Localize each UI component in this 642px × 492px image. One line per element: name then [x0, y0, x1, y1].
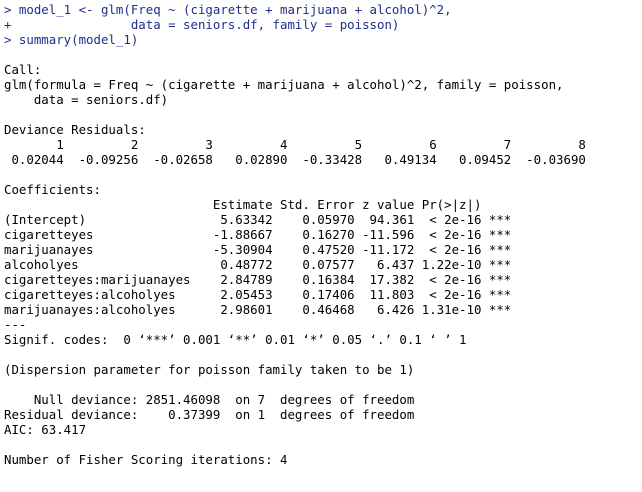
- continuation-line: + data = seniors.df, family = poisson): [4, 17, 400, 32]
- coefficients-header-row: Estimate Std. Error z value Pr(>|z|): [4, 197, 512, 212]
- call-text: glm(formula = Freq ~ (cigarette + mariju…: [4, 77, 564, 92]
- command-line: > summary(model_1): [4, 32, 139, 47]
- command-line: > model_1 <- glm(Freq ~ (cigarette + mar…: [4, 2, 452, 17]
- call-text: data = seniors.df): [4, 92, 169, 107]
- coefficient-row: cigaretteyes:marijuanayes 2.84789 0.1638…: [4, 272, 512, 287]
- dispersion-note: (Dispersion parameter for poisson family…: [4, 362, 415, 377]
- coefficient-row: marijuanayes -5.30904 0.47520 -11.172 < …: [4, 242, 512, 257]
- coefficient-row: cigaretteyes -1.88667 0.16270 -11.596 < …: [4, 227, 512, 242]
- r-console[interactable]: > model_1 <- glm(Freq ~ (cigarette + mar…: [0, 0, 642, 492]
- signif-codes: Signif. codes: 0 ‘***’ 0.001 ‘**’ 0.01 ‘…: [4, 332, 467, 347]
- deviance-residuals-values: 0.02044 -0.09256 -0.02658 0.02890 -0.334…: [4, 152, 586, 167]
- aic-value: AIC: 63.417: [4, 422, 87, 437]
- coefficient-row: alcoholyes 0.48772 0.07577 6.437 1.22e-1…: [4, 257, 512, 272]
- deviance-residuals-heading: Deviance Residuals:: [4, 122, 146, 137]
- deviance-residuals-index: 1 2 3 4 5 6 7 8: [4, 137, 586, 152]
- coefficient-row: marijuanayes:alcoholyes 2.98601 0.46468 …: [4, 302, 512, 317]
- fisher-iterations: Number of Fisher Scoring iterations: 4: [4, 452, 288, 467]
- coefficients-heading: Coefficients:: [4, 182, 101, 197]
- null-deviance: Null deviance: 2851.46098 on 7 degrees o…: [4, 392, 415, 407]
- coefficient-row: cigaretteyes:alcoholyes 2.05453 0.17406 …: [4, 287, 512, 302]
- residual-deviance: Residual deviance: 0.37399 on 1 degrees …: [4, 407, 415, 422]
- coefficient-row: (Intercept) 5.63342 0.05970 94.361 < 2e-…: [4, 212, 512, 227]
- signif-separator: ---: [4, 317, 27, 332]
- call-heading: Call:: [4, 62, 42, 77]
